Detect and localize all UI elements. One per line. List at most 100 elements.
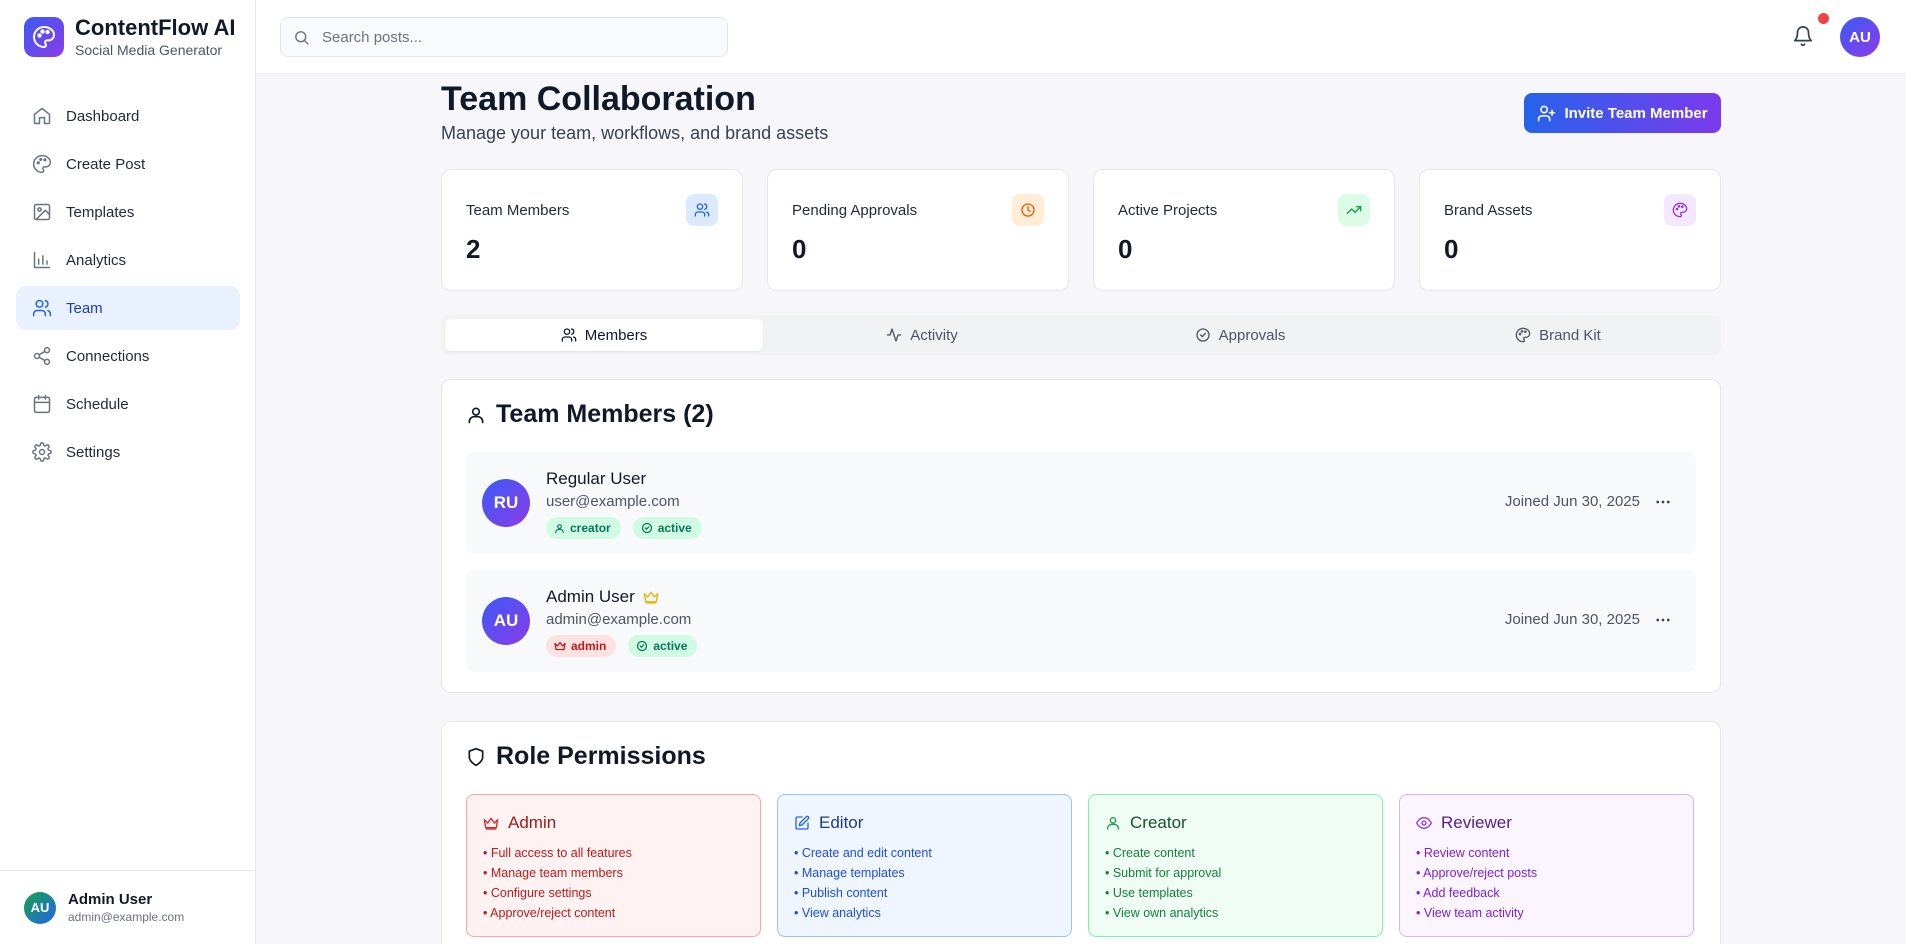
- palette-icon: [33, 154, 52, 174]
- search-icon: [295, 30, 309, 45]
- role-card-reviewer: Reviewer • Review content • Approve/reje…: [1399, 794, 1694, 937]
- crown-icon: [554, 641, 566, 651]
- tab-members[interactable]: Members: [445, 319, 763, 351]
- sidebar-user-name: Admin User: [68, 890, 153, 908]
- role-title-text: Reviewer: [1441, 813, 1512, 832]
- permission-item: • Manage templates: [794, 866, 905, 880]
- search-box[interactable]: [280, 17, 728, 57]
- bell-icon[interactable]: [1792, 25, 1814, 47]
- member-email: admin@example.com: [546, 611, 692, 628]
- role-permissions-card: Role Permissions Admin • Full access to …: [441, 721, 1721, 944]
- palette-icon: [1515, 327, 1531, 343]
- role-badge: admin: [546, 635, 617, 657]
- role-title: Reviewer: [1416, 813, 1677, 833]
- calendar-icon: [33, 394, 51, 414]
- sidebar-item-schedule[interactable]: Schedule: [16, 382, 240, 426]
- permission-item: • Publish content: [794, 886, 888, 900]
- app-subtitle: Social Media Generator: [75, 42, 223, 58]
- permission-item: • Manage team members: [483, 866, 623, 880]
- sidebar-item-label: Connections: [66, 347, 150, 365]
- stat-card-active-projects: Active Projects 0: [1093, 169, 1395, 291]
- avatar: AU: [482, 597, 530, 645]
- permission-item: • View analytics: [794, 906, 881, 920]
- avatar: AU: [24, 891, 56, 924]
- tab-label: Approvals: [1218, 326, 1286, 344]
- more-horizontal-icon[interactable]: [1654, 493, 1672, 511]
- role-title: Editor: [794, 813, 1055, 833]
- stats-row: Team Members 2 Pending Approvals 0 Activ…: [441, 169, 1721, 291]
- permission-item: • Configure settings: [483, 886, 592, 900]
- tab-approvals[interactable]: Approvals: [1081, 319, 1399, 351]
- sidebar-item-team[interactable]: Team: [16, 286, 240, 330]
- sidebar-item-label: Analytics: [66, 251, 127, 269]
- role-card-editor: Editor • Create and edit content • Manag…: [777, 794, 1072, 937]
- stat-card-brand-assets: Brand Assets 0: [1419, 169, 1721, 291]
- role-title: Creator: [1105, 813, 1366, 833]
- role-title-text: Creator: [1130, 813, 1187, 832]
- sidebar-user[interactable]: AU Admin User admin@example.com: [0, 870, 256, 944]
- stat-value: 0: [1118, 234, 1133, 264]
- role-cards: Admin • Full access to all features • Ma…: [466, 794, 1696, 937]
- permission-item: • Approve/reject posts: [1416, 866, 1538, 880]
- tab-bar: Members Activity Approvals Brand Kit: [441, 315, 1721, 355]
- invite-team-member-button[interactable]: Invite Team Member: [1524, 93, 1721, 133]
- permission-item: • View team activity: [1416, 906, 1524, 920]
- sidebar-item-templates[interactable]: Templates: [16, 190, 240, 234]
- tab-label: Brand Kit: [1539, 326, 1601, 344]
- user-avatar[interactable]: AU: [1840, 17, 1880, 57]
- tab-activity[interactable]: Activity: [763, 319, 1081, 351]
- stat-label: Pending Approvals: [792, 202, 918, 219]
- section-title-text: Team Members (2): [496, 400, 714, 428]
- member-row: RU Regular User user@example.com creator…: [466, 452, 1696, 554]
- stat-label: Team Members: [466, 202, 570, 219]
- sidebar-item-label: Settings: [66, 443, 121, 461]
- stat-card-team-members: Team Members 2: [441, 169, 743, 291]
- brand[interactable]: ContentFlow AI Social Media Generator: [0, 0, 255, 74]
- member-badges: admin active: [546, 635, 698, 657]
- user-icon: [468, 407, 484, 423]
- sidebar-item-settings[interactable]: Settings: [16, 430, 240, 474]
- permission-item: • Add feedback: [1416, 886, 1500, 900]
- stat-card-pending-approvals: Pending Approvals 0: [767, 169, 1069, 291]
- bar-chart-icon: [33, 251, 51, 269]
- role-title-text: Admin: [508, 813, 557, 832]
- role-badge: creator: [546, 517, 621, 539]
- role-badge-text: admin: [571, 639, 607, 653]
- member-name-text: Admin User: [546, 587, 635, 606]
- member-email: user@example.com: [546, 493, 680, 510]
- member-badges: creator active: [546, 517, 702, 539]
- stat-value: 0: [792, 234, 807, 264]
- member-name: Admin User: [546, 587, 659, 607]
- top-bar: AU: [256, 0, 1906, 74]
- sidebar-item-label: Schedule: [66, 395, 129, 413]
- member-row: AU Admin User admin@example.com admin ac…: [466, 570, 1696, 672]
- edit-icon: [795, 815, 810, 830]
- tab-brand-kit[interactable]: Brand Kit: [1399, 319, 1717, 351]
- role-title-text: Editor: [819, 813, 864, 832]
- check-circle-icon: [641, 522, 652, 534]
- stat-label: Active Projects: [1118, 202, 1218, 219]
- member-name-text: Regular User: [546, 469, 647, 488]
- section-title-text: Role Permissions: [496, 742, 706, 770]
- role-card-creator: Creator • Create content • Submit for ap…: [1088, 794, 1383, 937]
- user-icon: [1107, 817, 1119, 830]
- more-horizontal-icon[interactable]: [1654, 611, 1672, 629]
- status-badge-text: active: [657, 521, 692, 535]
- permission-item: • Approve/reject content: [483, 906, 616, 920]
- user-plus-icon: [1538, 105, 1556, 121]
- sidebar-item-create-post[interactable]: Create Post: [16, 142, 240, 186]
- sidebar-item-dashboard[interactable]: Dashboard: [16, 94, 240, 138]
- sidebar-nav: Dashboard Create Post Templates Analytic…: [16, 94, 240, 478]
- sidebar: ContentFlow AI Social Media Generator Da…: [0, 0, 256, 944]
- status-badge: active: [628, 635, 698, 657]
- sidebar-item-analytics[interactable]: Analytics: [16, 238, 240, 282]
- member-name: Regular User: [546, 469, 646, 489]
- search-input[interactable]: [322, 28, 702, 46]
- team-members-card: Team Members (2) RU Regular User user@ex…: [441, 379, 1721, 693]
- image-icon: [33, 203, 51, 221]
- home-icon: [33, 107, 51, 125]
- sidebar-item-connections[interactable]: Connections: [16, 334, 240, 378]
- app-name: ContentFlow AI: [75, 15, 236, 40]
- stat-label: Brand Assets: [1444, 202, 1533, 219]
- permission-item: • Submit for approval: [1105, 866, 1222, 880]
